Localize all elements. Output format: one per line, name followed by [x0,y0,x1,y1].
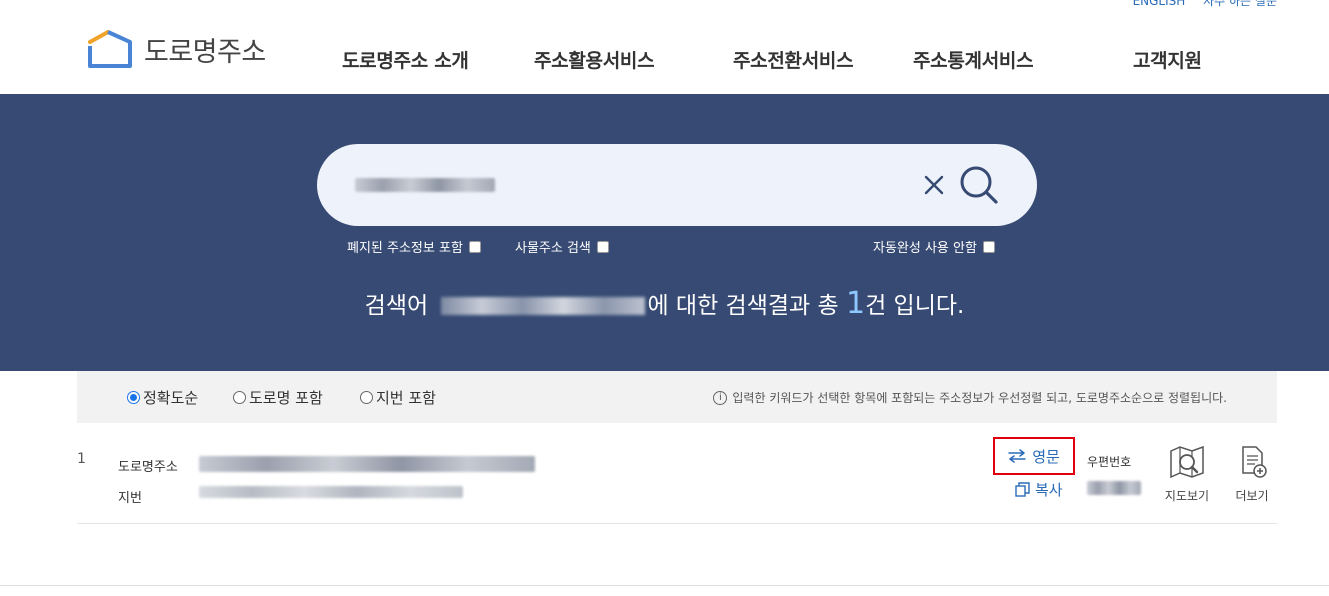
map-view-label: 지도보기 [1164,489,1210,503]
option-thing-address-label: 사물주소 검색 [515,241,591,256]
option-autocomplete-off-label: 자동완성 사용 안함 [873,241,977,256]
option-thing-address[interactable]: 사물주소 검색 [515,237,609,256]
nav-item-conversion[interactable]: 주소전환서비스 [733,46,854,73]
result-suffix: 건 입니다. [865,293,965,319]
radio-icon[interactable] [233,391,246,404]
sort-bar: 정확도순 도로명 포함 지번 포함 i 입력한 키워드가 선택한 항목에 포함되… [77,371,1277,423]
option-thing-address-checkbox[interactable] [596,240,609,253]
option-autocomplete-off[interactable]: 자동완성 사용 안함 [873,237,995,256]
radio-selected-icon[interactable] [127,391,140,404]
search-box [317,144,1037,226]
option-autocomplete-off-checkbox[interactable] [982,240,995,253]
sort-option-jibun[interactable]: 지번 포함 [360,387,436,408]
result-count: 1 [845,286,866,321]
nav-item-utilization[interactable]: 주소활용서비스 [534,46,655,73]
main-nav: 도로명주소 소개 주소활용서비스 주소전환서비스 주소통계서비스 고객지원 [0,46,1329,72]
english-address-button[interactable]: 영문 [993,437,1075,475]
more-info-label: 더보기 [1235,489,1269,503]
more-info-button[interactable]: 더보기 [1227,445,1277,504]
zip-code-label: 우편번호 [1087,455,1132,469]
close-icon[interactable] [921,172,947,198]
copy-icon [1015,482,1030,497]
road-address-label: 도로명주소 [118,460,178,475]
result-row: 1 도로명주소 지번 영문 복사 우편번호 지도보기 더보기 [77,423,1277,524]
map-search-icon [1170,445,1204,479]
sort-option-accuracy-label: 정확도순 [143,389,199,407]
sort-option-accuracy[interactable]: 정확도순 [127,387,198,408]
nav-item-support[interactable]: 고객지원 [1133,46,1202,73]
footer-divider [0,585,1329,586]
english-address-label: 영문 [1032,447,1060,466]
result-index: 1 [77,451,86,467]
radio-icon[interactable] [360,391,373,404]
search-hero: 폐지된 주소정보 포함 사물주소 검색 자동완성 사용 안함 검색어 에 대한 … [0,94,1329,371]
sort-option-road-label: 도로명 포함 [249,389,323,407]
top-links: ENGLISH 자주 하는 질문 [1119,0,1277,9]
nav-item-statistics[interactable]: 주소통계서비스 [913,46,1034,73]
document-plus-icon [1242,446,1267,478]
info-icon: i [713,390,728,405]
sort-info-text: 입력한 키워드가 선택한 항목에 포함되는 주소정보가 우선정렬 되고, 도로명… [732,391,1227,405]
copy-address-button[interactable]: 복사 [1015,479,1063,500]
result-middle: 에 대한 검색결과 총 [647,293,839,319]
search-icon[interactable] [958,164,1000,206]
result-summary: 검색어 에 대한 검색결과 총 1건 입니다. [0,286,1329,321]
top-link-faq[interactable]: 자주 하는 질문 [1203,0,1277,8]
site-header: ENGLISH 자주 하는 질문 도로명주소 도로명주소 소개 주소활용서비스 … [0,0,1329,94]
sort-info: i 입력한 키워드가 선택한 항목에 포함되는 주소정보가 우선정렬 되고, 도… [713,389,1227,406]
road-address-value-redacted [199,456,535,472]
option-abolished-label: 폐지된 주소정보 포함 [347,241,463,256]
zip-code-value-redacted [1087,481,1141,495]
search-query-redacted [355,178,495,192]
option-abolished[interactable]: 폐지된 주소정보 포함 [347,237,481,256]
result-query-redacted [441,297,646,315]
sort-option-road[interactable]: 도로명 포함 [233,387,323,408]
map-view-button[interactable]: 지도보기 [1162,445,1212,504]
option-abolished-checkbox[interactable] [468,240,481,253]
jibun-address-value-redacted [199,486,463,498]
copy-address-label: 복사 [1035,481,1063,499]
nav-item-intro[interactable]: 도로명주소 소개 [342,46,469,73]
sort-option-jibun-label: 지번 포함 [376,389,436,407]
result-prefix: 검색어 [364,293,429,319]
top-link-english[interactable]: ENGLISH [1133,0,1186,8]
jibun-address-label: 지번 [118,491,142,506]
swap-arrows-icon [1008,449,1026,463]
